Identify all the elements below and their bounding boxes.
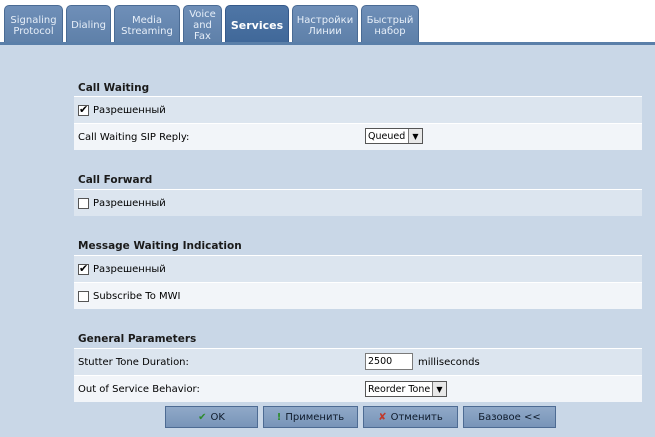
ok-button[interactable]: ✔ OK [165,406,258,428]
out-of-service-row: Out of Service Behavior: [74,375,642,402]
tab-speed-dial[interactable]: Быстрый набор [361,5,419,45]
tab-voice-and-fax[interactable]: Voice and Fax [183,5,222,45]
mwi-enabled-label: Разрешенный [93,263,166,275]
call-forward-enabled-label: Разрешенный [93,197,166,209]
mwi-enabled-row: Разрешенный [74,255,642,282]
exclamation-icon: ! [276,411,282,423]
call-forward-enabled-row: Разрешенный [74,189,642,216]
call-waiting-sip-reply-label: Call Waiting SIP Reply: [78,131,190,143]
stutter-tone-input[interactable]: 2500 [365,353,413,370]
tab-line-settings[interactable]: Настройки Линии [292,5,358,45]
apply-button-label: Применить [285,411,345,423]
call-forward-title: Call Forward [78,174,153,186]
tab-dialing[interactable]: Dialing [66,5,111,45]
basic-button-label: Базовое << [478,411,541,423]
cancel-button-label: Отменить [390,411,443,423]
tab-services[interactable]: Services [225,5,289,45]
call-waiting-title: Call Waiting [78,82,150,94]
check-icon: ✔ [198,411,207,423]
mwi-subscribe-checkbox[interactable] [78,290,89,302]
out-of-service-select[interactable]: Reorder Tone ▼ [365,381,447,397]
chevron-down-icon: ▼ [432,382,446,396]
call-waiting-sip-reply-select[interactable]: Queued ▼ [365,128,423,144]
call-waiting-enabled-checkbox[interactable] [78,103,89,116]
out-of-service-label: Out of Service Behavior: [78,383,200,395]
tab-signaling-protocol[interactable]: Signaling Protocol [4,5,63,45]
call-waiting-enabled-row: Разрешенный [74,96,642,123]
mwi-subscribe-row: Subscribe To MWI [74,282,642,309]
out-of-service-value: Reorder Tone [368,383,431,395]
call-waiting-sip-reply-row: Call Waiting SIP Reply: [74,123,642,150]
apply-button[interactable]: ! Применить [263,406,358,428]
general-parameters-title: General Parameters [78,333,197,345]
call-forward-enabled-checkbox[interactable] [78,197,89,209]
mwi-enabled-checkbox[interactable] [78,262,89,275]
mwi-title: Message Waiting Indication [78,240,242,252]
chevron-down-icon: ▼ [408,129,422,143]
ok-button-label: OK [210,411,225,423]
call-waiting-sip-reply-value: Queued [368,130,406,142]
tab-media-streaming[interactable]: Media Streaming [114,5,180,45]
stutter-tone-unit: milliseconds [418,357,480,368]
stutter-tone-label: Stutter Tone Duration: [78,356,189,368]
stutter-tone-row: Stutter Tone Duration: [74,348,642,375]
close-icon: ✘ [378,411,387,423]
call-waiting-enabled-label: Разрешенный [93,104,166,116]
mwi-subscribe-label: Subscribe To MWI [93,290,181,302]
cancel-button[interactable]: ✘ Отменить [363,406,458,428]
basic-button[interactable]: Базовое << [463,406,556,428]
tab-bar: Signaling Protocol Dialing Media Streaming… [0,0,655,45]
